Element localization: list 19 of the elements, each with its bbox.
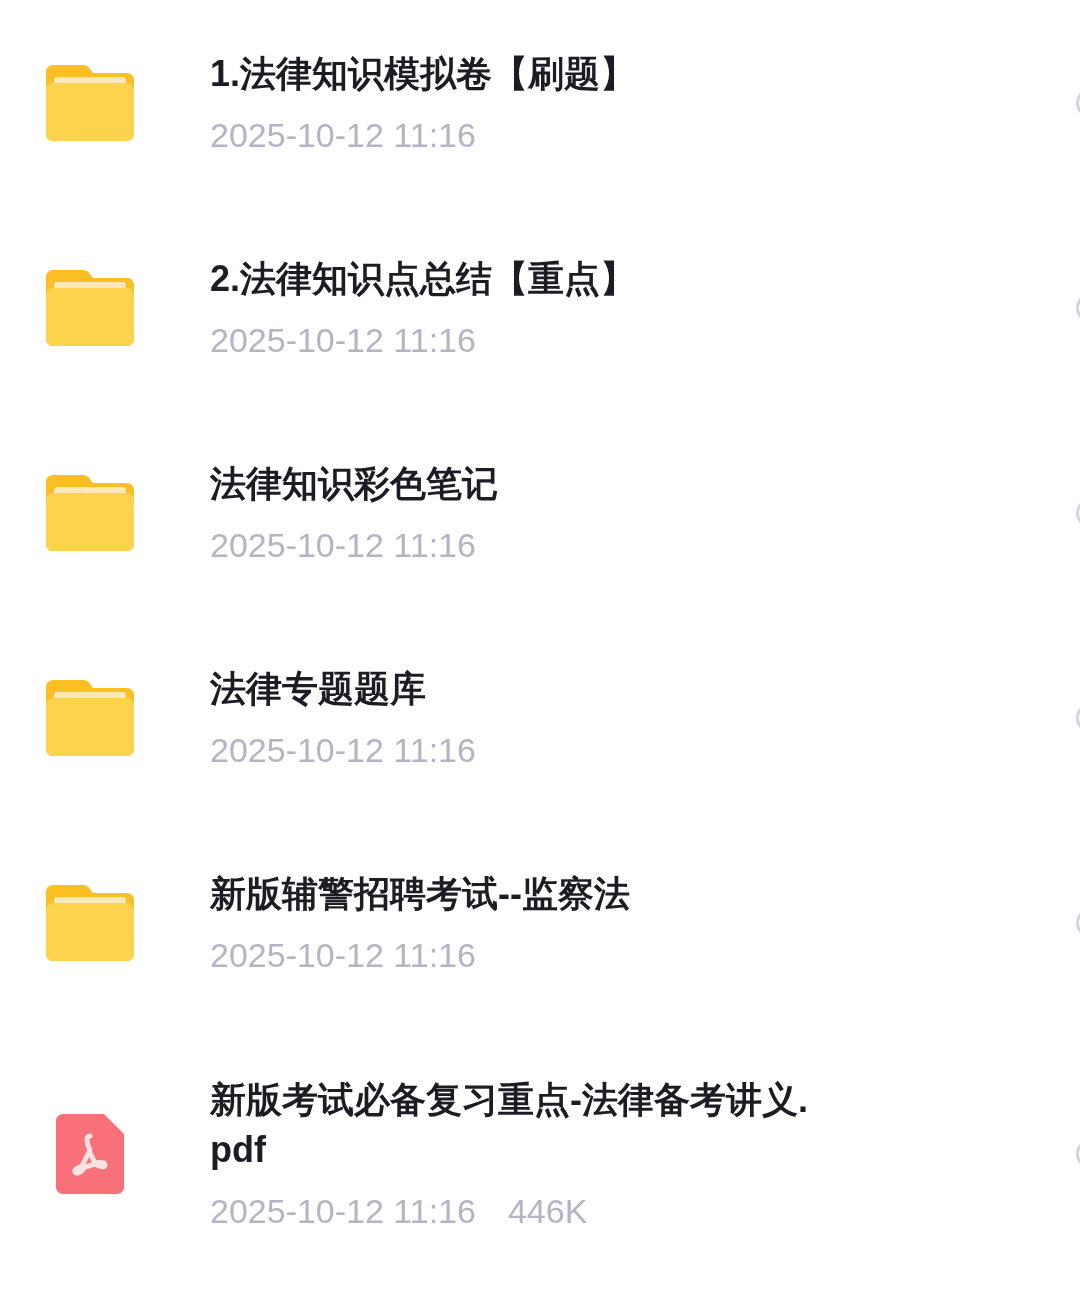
file-name: 新版考试必备复习重点-法律备考讲义.pdf [210,1078,809,1172]
modified-date: 2025-10-12 11:16 [210,729,476,771]
folder-icon [45,677,135,758]
file-name: 法律专题题库 [210,666,427,711]
modified-date: 2025-10-12 11:16 [210,524,476,566]
folder-icon [45,472,135,553]
file-name: 1.法律知识模拟卷【刷题】 [210,51,638,96]
file-size: 446K [507,1191,588,1232]
folder-icon [45,62,135,143]
modified-date: 2025-10-12 11:16 [210,114,476,156]
file-name: 法律知识彩色笔记 [210,461,499,506]
folder-icon [45,267,135,348]
modified-date: 2025-10-12 11:16 [210,934,476,976]
folder-icon [45,882,135,963]
file-name: 新版辅警招聘考试--监察法 [210,871,631,916]
modified-date: 2025-10-12 11:16 [210,319,476,361]
pdf-file-icon [56,1114,124,1194]
modified-date: 2025-10-12 11:16 [210,1191,476,1232]
file-name: 2.法律知识点总结【重点】 [210,256,638,301]
